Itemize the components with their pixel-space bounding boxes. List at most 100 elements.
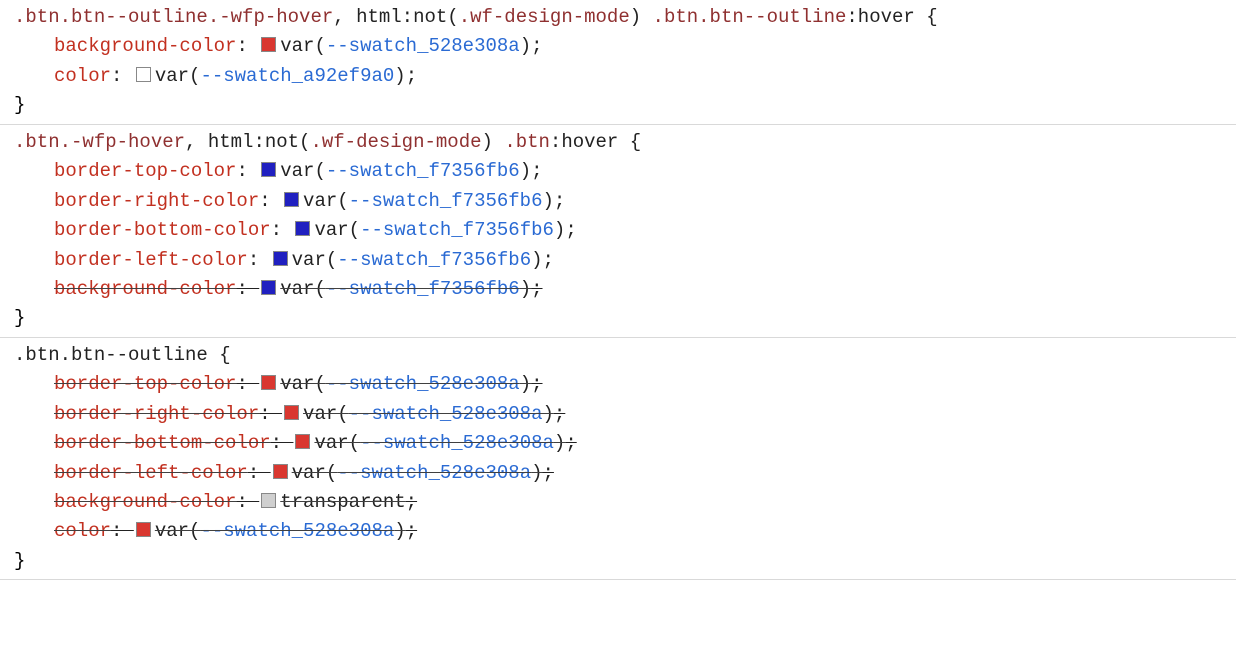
css-declaration[interactable]: border-bottom-color: var(--swatch_f7356f… <box>14 216 1222 245</box>
css-property-name[interactable]: color <box>54 65 111 87</box>
css-property-name[interactable]: color <box>54 520 111 542</box>
colon: : <box>236 278 259 300</box>
css-declaration[interactable]: border-bottom-color: var(--swatch_528e30… <box>14 429 1222 458</box>
selector-token: .wf-design-mode <box>310 131 481 153</box>
var-close: ) <box>531 462 542 484</box>
css-rule[interactable]: .btn.btn--outline {border-top-color: var… <box>0 337 1236 580</box>
color-swatch[interactable] <box>284 192 299 207</box>
colon: : <box>111 65 134 87</box>
css-selector[interactable]: .btn.-wfp-hover, html:not(.wf-design-mod… <box>14 128 1222 157</box>
colon: : <box>248 249 271 271</box>
semicolon: ; <box>543 462 554 484</box>
css-value[interactable]: transparent <box>280 491 405 513</box>
selector-token: { <box>208 344 231 366</box>
css-variable-name[interactable]: --swatch_528e308a <box>326 373 520 395</box>
css-property-name[interactable]: border-bottom-color <box>54 432 271 454</box>
color-swatch[interactable] <box>295 221 310 236</box>
color-swatch[interactable] <box>273 464 288 479</box>
css-variable-name[interactable]: --swatch_f7356fb6 <box>326 160 520 182</box>
selector-token: .btn.-wfp-hover <box>14 131 185 153</box>
color-swatch[interactable] <box>295 434 310 449</box>
css-property-name[interactable]: border-right-color <box>54 190 259 212</box>
css-declaration[interactable]: border-left-color: var(--swatch_f7356fb6… <box>14 246 1222 275</box>
color-swatch[interactable] <box>261 162 276 177</box>
var-open: var( <box>303 190 349 212</box>
css-property-name[interactable]: border-left-color <box>54 462 248 484</box>
color-swatch[interactable] <box>261 37 276 52</box>
var-close: ) <box>520 278 531 300</box>
selector-token: html:not( <box>208 131 311 153</box>
css-declaration[interactable]: color: var(--swatch_a92ef9a0); <box>14 62 1222 91</box>
var-open: var( <box>303 403 349 425</box>
css-variable-name[interactable]: --swatch_528e308a <box>200 520 394 542</box>
semicolon: ; <box>406 65 417 87</box>
semicolon: ; <box>543 249 554 271</box>
css-declaration[interactable]: border-left-color: var(--swatch_528e308a… <box>14 459 1222 488</box>
css-property-name[interactable]: background-color <box>54 278 236 300</box>
color-swatch[interactable] <box>261 493 276 508</box>
var-close: ) <box>554 432 565 454</box>
colon: : <box>111 520 134 542</box>
css-declaration[interactable]: background-color: var(--swatch_528e308a)… <box>14 32 1222 61</box>
var-open: var( <box>280 373 326 395</box>
css-variable-name[interactable]: --swatch_528e308a <box>360 432 554 454</box>
colon: : <box>271 219 294 241</box>
css-declaration[interactable]: border-right-color: var(--swatch_528e308… <box>14 400 1222 429</box>
semicolon: ; <box>531 35 542 57</box>
css-declaration[interactable]: color: var(--swatch_528e308a); <box>14 517 1222 546</box>
selector-token: ) <box>482 131 505 153</box>
css-property-name[interactable]: background-color <box>54 35 236 57</box>
css-declaration[interactable]: background-color: transparent; <box>14 488 1222 517</box>
selector-token: .btn <box>504 131 550 153</box>
semicolon: ; <box>554 403 565 425</box>
var-close: ) <box>531 249 542 271</box>
color-swatch[interactable] <box>136 67 151 82</box>
styles-panel: .btn.btn--outline.-wfp-hover, html:not(.… <box>0 0 1236 589</box>
css-variable-name[interactable]: --swatch_f7356fb6 <box>360 219 554 241</box>
css-variable-name[interactable]: --swatch_528e308a <box>337 462 531 484</box>
var-open: var( <box>155 65 201 87</box>
color-swatch[interactable] <box>261 280 276 295</box>
color-swatch[interactable] <box>284 405 299 420</box>
css-rule[interactable]: .btn.btn--outline.-wfp-hover, html:not(.… <box>0 0 1236 124</box>
semicolon: ; <box>554 190 565 212</box>
colon: : <box>248 462 271 484</box>
color-swatch[interactable] <box>261 375 276 390</box>
css-property-name[interactable]: border-top-color <box>54 373 236 395</box>
css-property-name[interactable]: background-color <box>54 491 236 513</box>
css-declaration[interactable]: border-right-color: var(--swatch_f7356fb… <box>14 187 1222 216</box>
color-swatch[interactable] <box>273 251 288 266</box>
var-close: ) <box>520 35 531 57</box>
var-open: var( <box>280 278 326 300</box>
semicolon: ; <box>531 373 542 395</box>
var-open: var( <box>314 432 360 454</box>
semicolon: ; <box>531 278 542 300</box>
css-rule[interactable]: .btn.-wfp-hover, html:not(.wf-design-mod… <box>0 124 1236 337</box>
semicolon: ; <box>406 491 417 513</box>
css-property-name[interactable]: border-left-color <box>54 249 248 271</box>
css-declaration[interactable]: background-color: var(--swatch_f7356fb6)… <box>14 275 1222 304</box>
css-variable-name[interactable]: --swatch_f7356fb6 <box>326 278 520 300</box>
semicolon: ; <box>565 219 576 241</box>
css-selector[interactable]: .btn.btn--outline.-wfp-hover, html:not(.… <box>14 3 1222 32</box>
color-swatch[interactable] <box>136 522 151 537</box>
var-close: ) <box>394 520 405 542</box>
css-variable-name[interactable]: --swatch_f7356fb6 <box>337 249 531 271</box>
rule-separator <box>0 579 1236 589</box>
colon: : <box>236 35 259 57</box>
css-declaration[interactable]: border-top-color: var(--swatch_528e308a)… <box>14 370 1222 399</box>
selector-token: { <box>618 131 641 153</box>
css-variable-name[interactable]: --swatch_a92ef9a0 <box>200 65 394 87</box>
selector-token: :hover <box>550 131 618 153</box>
selector-token: { <box>915 6 938 28</box>
css-property-name[interactable]: border-bottom-color <box>54 219 271 241</box>
css-declaration[interactable]: border-top-color: var(--swatch_f7356fb6)… <box>14 157 1222 186</box>
css-variable-name[interactable]: --swatch_f7356fb6 <box>349 190 543 212</box>
css-property-name[interactable]: border-top-color <box>54 160 236 182</box>
css-variable-name[interactable]: --swatch_528e308a <box>349 403 543 425</box>
close-brace: } <box>14 91 1222 120</box>
close-brace: } <box>14 547 1222 576</box>
css-variable-name[interactable]: --swatch_528e308a <box>326 35 520 57</box>
css-property-name[interactable]: border-right-color <box>54 403 259 425</box>
css-selector[interactable]: .btn.btn--outline { <box>14 341 1222 370</box>
